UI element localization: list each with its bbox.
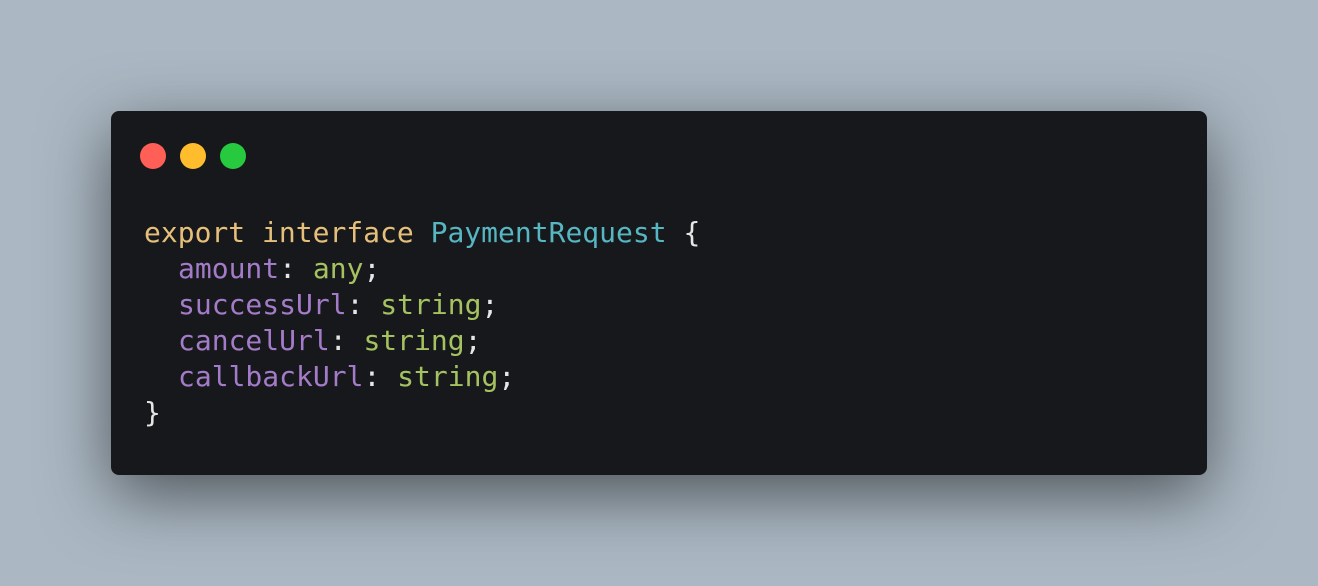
minimize-dot-icon[interactable] <box>180 143 206 169</box>
close-dot-icon[interactable] <box>140 143 166 169</box>
interface-name: PaymentRequest <box>430 216 667 249</box>
keyword-export: export <box>144 216 246 249</box>
code-line-2: amount: any; <box>178 252 381 285</box>
keyword-interface: interface <box>262 216 414 249</box>
code-line-3: successUrl: string; <box>178 288 499 321</box>
field-type: string <box>363 324 465 357</box>
field-type: string <box>380 288 482 321</box>
code-line-5: callbackUrl: string; <box>178 360 516 393</box>
code-window: export interface PaymentRequest {amount:… <box>111 111 1207 475</box>
field-name: successUrl <box>178 288 347 321</box>
code-line-1: export interface PaymentRequest { <box>144 215 700 251</box>
field-type: string <box>397 360 499 393</box>
field-name: amount <box>178 252 280 285</box>
open-brace: { <box>683 216 701 249</box>
field-type: any <box>312 252 364 285</box>
code-line-4: cancelUrl: string; <box>178 324 482 357</box>
maximize-dot-icon[interactable] <box>220 143 246 169</box>
field-name: callbackUrl <box>178 360 364 393</box>
close-brace: } <box>144 396 161 429</box>
window-controls <box>140 143 246 169</box>
code-line-6: } <box>144 395 700 431</box>
code-block: export interface PaymentRequest {amount:… <box>144 215 700 431</box>
field-name: cancelUrl <box>178 324 330 357</box>
